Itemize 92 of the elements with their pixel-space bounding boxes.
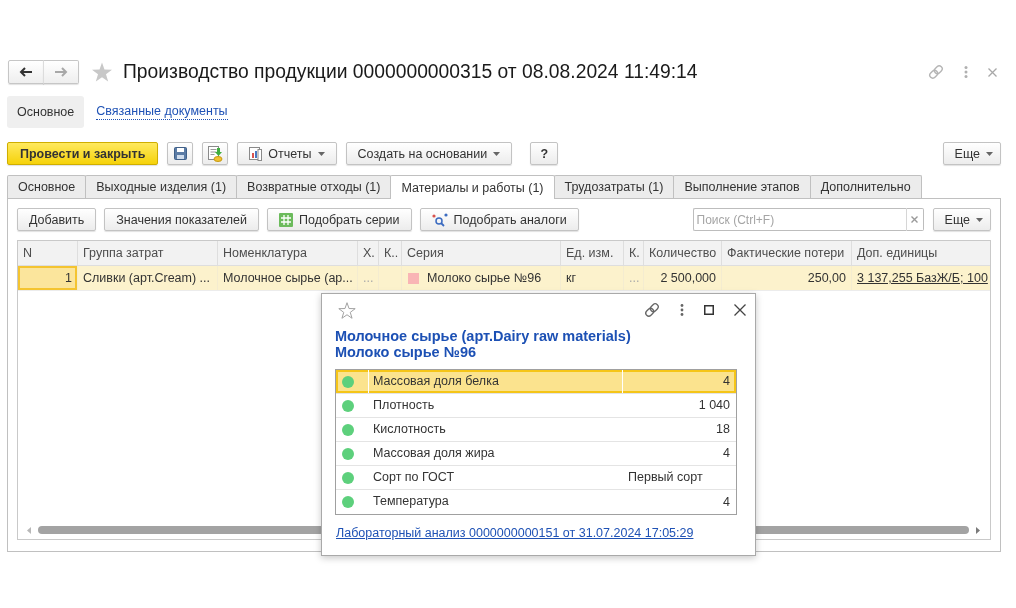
tab[interactable]: Трудозатраты (1) [553, 175, 675, 198]
indicator-value: Первый сорт [628, 469, 703, 486]
indicator-row[interactable]: Массовая доля белка 4 [336, 370, 736, 394]
indicator-name: Массовая доля жира [372, 445, 496, 462]
row-number-cell: 1 [18, 266, 78, 290]
column-header[interactable]: Номенклатура [218, 241, 358, 265]
more-button[interactable]: Еще [942, 142, 1001, 165]
toolbar-button[interactable]: Подобрать аналоги [419, 208, 579, 231]
indicator-value: 4 [723, 373, 730, 390]
table-cell: ... [358, 266, 379, 290]
table-cell: Молочное сырье (ар... [218, 266, 358, 290]
toolbar-button[interactable]: Подобрать серии [267, 208, 412, 231]
toolbar-button[interactable]: Значения показателей [104, 208, 259, 231]
search-field[interactable]: Поиск (Ctrl+F) [692, 208, 906, 231]
indicator-row[interactable]: Сорт по ГОСТ Первый сорт [336, 466, 736, 490]
status-dot-icon [342, 423, 354, 436]
status-dot-icon [342, 375, 354, 388]
table-row[interactable]: 1 Сливки (арт.Cream) ... Молочное сырье (ар... ... Молоко сырье №96 кг ... 2 500,000 250,00 3 137,255 БазЖ/Б; 100 [18, 266, 990, 291]
column-header[interactable]: Серия [402, 241, 561, 265]
maximize-icon[interactable] [704, 305, 714, 315]
tab[interactable]: Выполнение этапов [673, 175, 811, 198]
caret-icon [317, 151, 325, 156]
close-icon[interactable] [734, 304, 746, 316]
indicator-name: Кислотность [372, 421, 447, 438]
magnifier-icon [431, 212, 448, 227]
section-tab[interactable]: Основное [7, 96, 85, 128]
add-button[interactable]: Добавить [17, 208, 97, 231]
column-header[interactable]: N [18, 241, 78, 265]
column-header[interactable]: К. [624, 241, 644, 265]
indicator-value: 18 [716, 421, 730, 438]
grid-icon [279, 212, 293, 227]
caret-icon [493, 151, 501, 156]
status-dot-icon [342, 471, 354, 484]
indicator-name: Плотность [372, 397, 436, 414]
save-button[interactable] [167, 142, 194, 165]
table-cell: кг [561, 266, 624, 290]
tab[interactable]: Материалы и работы (1) [390, 175, 555, 199]
indicator-name: Массовая доля белка [369, 370, 623, 393]
tab[interactable]: Дополнительно [809, 175, 922, 198]
indicator-name: Температура [372, 493, 450, 510]
caret-icon [976, 217, 983, 222]
post-and-close-button[interactable]: Провести и закрыть [7, 142, 159, 165]
table-cell: Сливки (арт.Cream) ... [78, 266, 218, 290]
back-button[interactable] [8, 60, 44, 84]
analysis-link[interactable]: Лабораторный анализ 0000000000151 от 31.07.2024 17:05:29 [336, 525, 694, 541]
indicator-value: 4 [723, 493, 730, 511]
status-dot-icon [342, 447, 354, 460]
create-based-on-button[interactable]: Создать на основании [345, 142, 513, 165]
column-header[interactable]: Х. [358, 241, 379, 265]
help-button[interactable]: ? [530, 142, 559, 165]
table-cell-text: Молоко сырье №96 [427, 270, 542, 287]
indicator-row[interactable]: Температура 4 [336, 490, 736, 514]
window-title: Производство продукции 0000000000315 от 08.08.2024 11:49:14 [123, 61, 698, 83]
units-link[interactable]: 3 137,255 БазЖ/Б; 100 [857, 266, 988, 290]
column-header[interactable]: Доп. единицы [852, 241, 990, 265]
column-header[interactable]: Ед. изм. [561, 241, 624, 265]
left-arrow-icon [19, 67, 33, 77]
scroll-right-icon[interactable] [976, 526, 980, 534]
post-button[interactable] [202, 142, 229, 165]
column-header[interactable]: Группа затрат [78, 241, 218, 265]
table-cell: 250,00 [722, 266, 852, 290]
scroll-left-icon[interactable] [27, 526, 31, 534]
reports-button[interactable]: Отчеты [237, 142, 337, 165]
table-cell: ... [624, 266, 644, 290]
tab[interactable]: Основное [7, 175, 87, 198]
star-icon[interactable] [338, 301, 356, 319]
more-button[interactable]: Еще [932, 208, 991, 231]
popup-title: Молочное сырье (арт.Dairy raw materials) [335, 328, 631, 344]
clear-icon [911, 216, 919, 223]
right-arrow-icon [54, 67, 68, 77]
indicator-row[interactable]: Плотность 1 040 [336, 394, 736, 418]
column-header[interactable]: Количество [644, 241, 722, 265]
indicator-name: Сорт по ГОСТ [372, 469, 456, 486]
report-icon [249, 146, 263, 161]
column-header[interactable]: Фактические потери [722, 241, 852, 265]
indicator-row[interactable]: Массовая доля жира 4 [336, 442, 736, 466]
indicator-row[interactable]: Кислотность 18 [336, 418, 736, 442]
tab[interactable]: Выходные изделия (1) [85, 175, 238, 198]
column-header[interactable]: К.. [379, 241, 402, 265]
status-dot-icon [342, 496, 354, 508]
indicator-value: 1 040 [698, 397, 730, 414]
section-link[interactable]: Связанные документы [96, 104, 228, 120]
status-dot-icon [342, 399, 354, 412]
popup-title: Молоко сырье №96 [335, 344, 476, 360]
tab[interactable]: Возвратные отходы (1) [236, 175, 392, 198]
indicator-value: 4 [723, 445, 730, 462]
link-icon[interactable] [644, 302, 660, 318]
star-icon[interactable] [91, 62, 113, 82]
more-icon[interactable] [680, 304, 684, 316]
table-cell: 2 500,000 [644, 266, 722, 290]
document-arrow-icon [207, 145, 224, 162]
caret-icon [986, 151, 993, 156]
